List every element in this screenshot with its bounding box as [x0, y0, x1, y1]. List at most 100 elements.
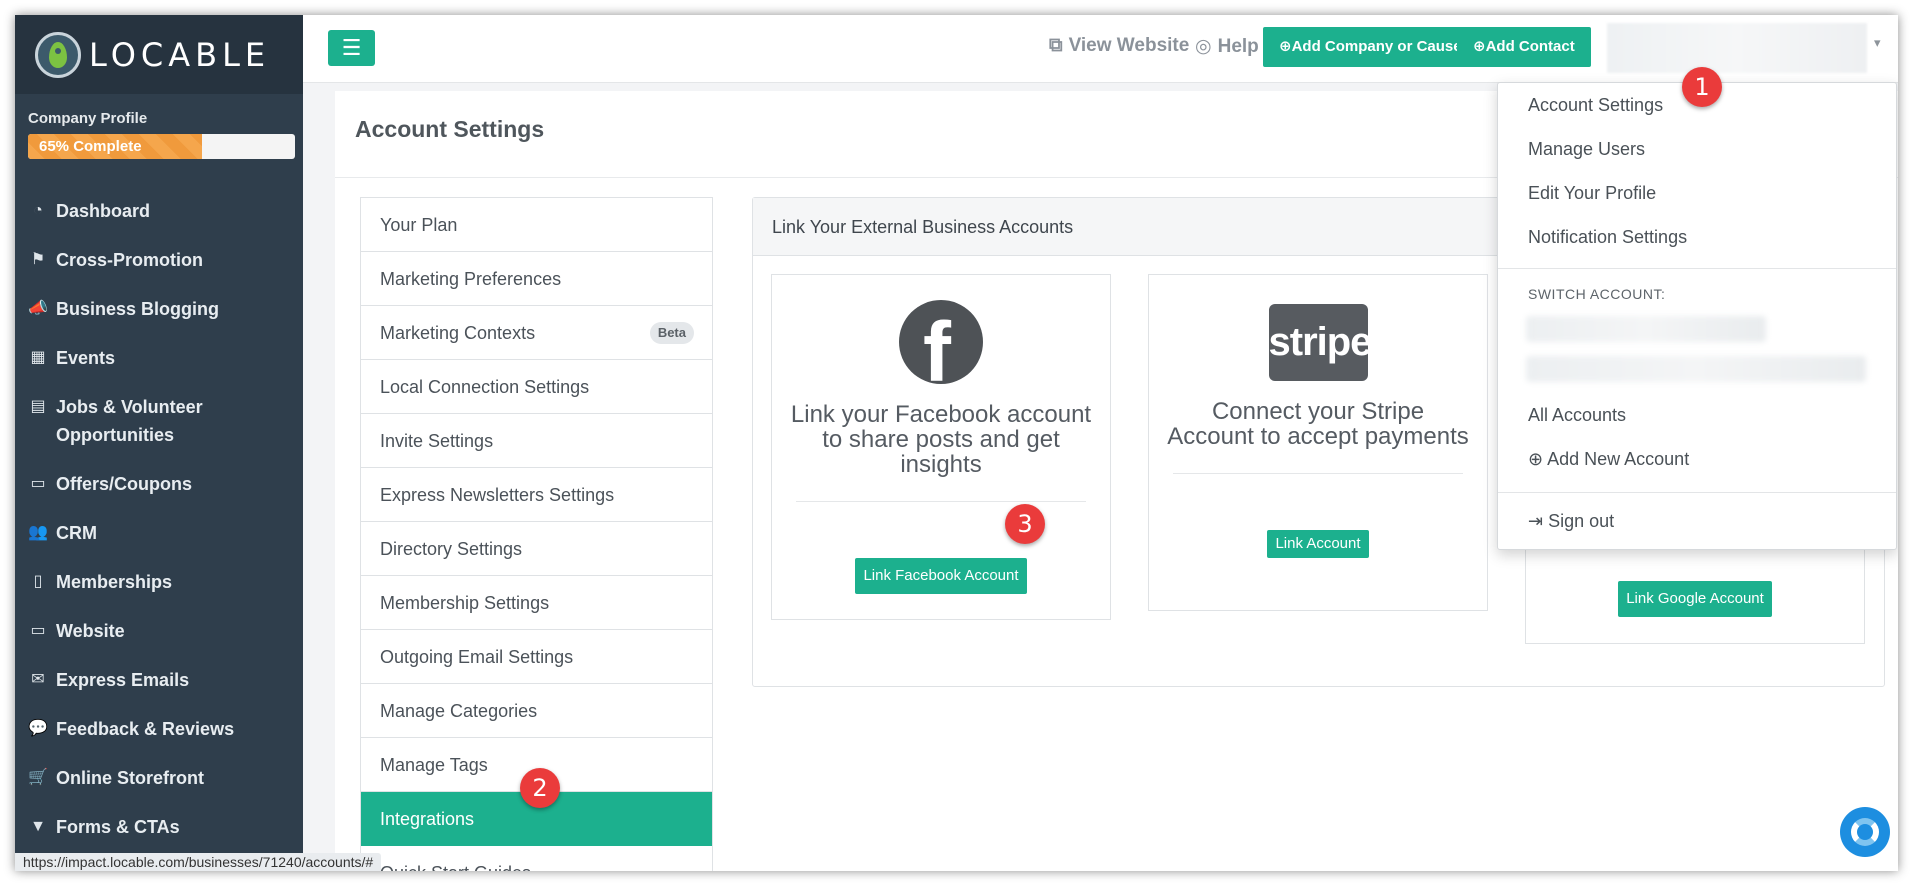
caret-down-icon[interactable]: ▾ [1874, 35, 1881, 51]
menu-item-notification-settings[interactable]: Notification Settings [1528, 227, 1687, 248]
signpost-icon: ⚑ [30, 251, 46, 268]
megaphone-icon: 📣 [28, 300, 48, 317]
external-link-icon: ⧉ [1049, 35, 1063, 56]
settings-item-label: Directory Settings [380, 539, 523, 559]
sidebar-item-dashboard[interactable]: ◔ Dashboard [15, 197, 303, 225]
sidebar-item-events[interactable]: ▦ Events [15, 344, 303, 372]
view-website-link[interactable]: ⧉ View Website [1049, 35, 1189, 57]
sidebar-item-memberships[interactable]: ▯ Memberships [15, 568, 303, 596]
settings-item-label: Membership Settings [380, 593, 550, 613]
settings-item-label: Manage Tags [380, 755, 488, 775]
help-link[interactable]: ◎ Help [1195, 35, 1259, 58]
add-company-button[interactable]: ⊕Add Company or Cause [1263, 27, 1478, 67]
menu-item-edit-profile[interactable]: Edit Your Profile [1528, 183, 1656, 204]
sidebar: LOCABLE Company Profile 65% Complete ◔ Da… [15, 15, 382, 871]
add-company-label: Add Company or Cause [1291, 38, 1462, 55]
sidebar-item-online-storefront[interactable]: 🛒 Online Storefront [15, 764, 303, 792]
menu-item-all-accounts[interactable]: All Accounts [1528, 405, 1626, 426]
logo[interactable]: LOCABLE [15, 15, 303, 94]
user-menu-toggle[interactable] [1607, 23, 1867, 73]
settings-item-marketing-preferences[interactable]: Marketing Preferences [361, 252, 712, 306]
sign-out-label: Sign out [1548, 511, 1615, 531]
status-bar-url: https://impact.locable.com/businesses/71… [15, 853, 382, 871]
menu-toggle-button[interactable]: ☰ [328, 30, 375, 66]
settings-item-manage-categories[interactable]: Manage Categories [361, 684, 712, 738]
envelope-icon: ✉ [31, 671, 45, 688]
sidebar-item-express-emails[interactable]: ✉ Express Emails [15, 666, 303, 694]
life-ring-icon: ◎ [1195, 36, 1212, 57]
settings-item-quick-start-guides[interactable]: Quick Start Guides [361, 846, 712, 871]
account-option[interactable] [1526, 356, 1866, 382]
briefcase-icon: ▤ [30, 398, 46, 415]
step-marker-2: 2 [520, 768, 560, 808]
sidebar-item-offers-coupons[interactable]: ▭ Offers/Coupons [15, 470, 303, 498]
sidebar-item-label: Offers/Coupons [56, 474, 193, 494]
sidebar-item-label: Online Storefront [56, 768, 204, 788]
menu-item-sign-out[interactable]: ⇥ Sign out [1528, 511, 1614, 532]
id-badge-icon: ▯ [33, 573, 43, 590]
link-stripe-button[interactable]: Link Account [1267, 530, 1369, 558]
view-website-label: View Website [1068, 35, 1190, 56]
menu-item-account-settings[interactable]: Account Settings [1528, 95, 1663, 116]
settings-item-express-newsletters-settings[interactable]: Express Newsletters Settings [361, 468, 712, 522]
settings-item-label: Your Plan [380, 215, 458, 235]
settings-item-label: Marketing Preferences [380, 269, 562, 289]
help-chat-button[interactable] [1840, 807, 1890, 857]
divider [1173, 473, 1463, 474]
profile-progress-bar: 65% Complete [28, 134, 295, 159]
account-dropdown: Account Settings Manage Users Edit Your … [1497, 82, 1897, 550]
settings-item-label: Outgoing Email Settings [380, 647, 574, 667]
sidebar-item-jobs-volunteer-opportunities[interactable]: ▤ Jobs & Volunteer Opportunities [15, 393, 303, 449]
settings-item-label: Quick Start Guides [380, 863, 531, 871]
add-contact-label: Add Contact [1485, 38, 1575, 55]
calendar-icon: ▦ [30, 349, 46, 366]
comments-icon: 💬 [28, 720, 48, 737]
sidebar-item-label: Website [56, 621, 125, 641]
settings-item-local-connection-settings[interactable]: Local Connection Settings [361, 360, 712, 414]
switch-account-label: SWITCH ACCOUNT: [1528, 286, 1666, 302]
settings-item-marketing-contexts[interactable]: Marketing Contexts Beta [361, 306, 712, 360]
sidebar-item-business-blogging[interactable]: 📣 Business Blogging [15, 295, 303, 323]
link-facebook-button[interactable]: Link Facebook Account [855, 558, 1027, 594]
plus-circle-icon: ⊕ [1528, 449, 1544, 469]
sidebar-item-website[interactable]: ▭ Website [15, 617, 303, 645]
help-label: Help [1217, 36, 1259, 57]
brand-name: LOCABLE [89, 35, 271, 74]
add-new-account-label: Add New Account [1547, 449, 1690, 469]
sign-out-icon: ⇥ [1528, 511, 1544, 531]
users-icon: 👥 [28, 524, 48, 541]
locable-pin-icon [35, 31, 81, 78]
divider [1498, 268, 1896, 269]
menu-item-add-new-account[interactable]: ⊕ Add New Account [1528, 449, 1689, 470]
sidebar-item-label: Business Blogging [56, 299, 220, 319]
facebook-icon: f [899, 300, 983, 384]
beta-badge: Beta [649, 322, 694, 344]
top-bar: ☰ ⧉ View Website ◎ Help ⊕Add Company or Ca… [303, 15, 1898, 83]
sidebar-item-label: Jobs & Volunteer Opportunities [56, 397, 203, 445]
link-google-button[interactable]: Link Google Account [1618, 581, 1772, 617]
settings-item-your-plan[interactable]: Your Plan [361, 198, 712, 252]
settings-item-outgoing-email-settings[interactable]: Outgoing Email Settings [361, 630, 712, 684]
menu-item-manage-users[interactable]: Manage Users [1528, 139, 1645, 160]
stripe-card-text: Connect your Stripe Account to accept pa… [1167, 398, 1469, 450]
company-profile[interactable]: Company Profile 65% Complete [15, 94, 303, 159]
sidebar-item-feedback-reviews[interactable]: 💬 Feedback & Reviews [15, 715, 303, 743]
settings-item-directory-settings[interactable]: Directory Settings [361, 522, 712, 576]
account-option[interactable] [1526, 316, 1766, 342]
facebook-card-text: Link your Facebook account to share post… [790, 401, 1092, 478]
sidebar-item-cross-promotion[interactable]: ⚑ Cross-Promotion [15, 246, 303, 274]
settings-item-membership-settings[interactable]: Membership Settings [361, 576, 712, 630]
sidebar-item-forms-ctas[interactable]: ▼ Forms & CTAs [15, 813, 303, 841]
page-title: Account Settings [355, 116, 545, 142]
sidebar-item-label: Memberships [56, 572, 173, 592]
gauge-icon: ◔ [33, 202, 43, 219]
stripe-card: stripe Connect your Stripe Account to ac… [1148, 274, 1488, 611]
settings-item-invite-settings[interactable]: Invite Settings [361, 414, 712, 468]
sidebar-item-crm[interactable]: 👥 CRM [15, 519, 303, 547]
sidebar-item-label: Express Emails [56, 670, 190, 690]
add-contact-button[interactable]: ⊕Add Contact [1457, 27, 1591, 67]
company-profile-label: Company Profile [28, 110, 148, 127]
divider [796, 501, 1086, 502]
sidebar-item-label: Dashboard [56, 201, 151, 221]
sidebar-item-label: Cross-Promotion [56, 250, 204, 270]
